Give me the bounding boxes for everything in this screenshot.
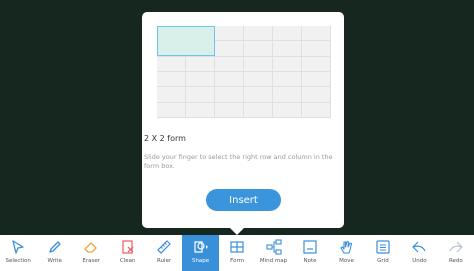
- tool-eraser[interactable]: Eraser: [73, 235, 109, 271]
- grid-cell[interactable]: [273, 71, 302, 88]
- shape-icon: [192, 238, 210, 256]
- grid-cell[interactable]: [302, 56, 331, 72]
- redo-icon: [447, 238, 465, 256]
- pen-icon: [46, 238, 64, 256]
- grid-cell[interactable]: [273, 102, 302, 118]
- clean-icon: [119, 238, 137, 256]
- tool-grid[interactable]: Grid: [365, 235, 401, 271]
- tool-label: Grid: [377, 258, 389, 264]
- tool-redo[interactable]: Redo: [438, 235, 474, 271]
- grid-cell[interactable]: [302, 102, 331, 118]
- tool-label: Write: [47, 258, 62, 264]
- tool-note[interactable]: Note: [292, 235, 328, 271]
- grid-cell[interactable]: [157, 87, 186, 103]
- grid-cell[interactable]: [186, 56, 215, 72]
- grid-cell[interactable]: [244, 41, 273, 57]
- grid-cell[interactable]: [244, 87, 273, 103]
- grid-cell[interactable]: [215, 87, 244, 103]
- tool-selection[interactable]: Selection: [0, 235, 36, 271]
- grid-selection-highlight: [157, 26, 215, 56]
- eraser-icon: [82, 238, 100, 256]
- grid-cell[interactable]: [215, 56, 244, 72]
- grid-cell[interactable]: [273, 26, 302, 42]
- grid-cell[interactable]: [186, 87, 215, 103]
- table-icon: [228, 238, 246, 256]
- tool-label: Clean: [119, 258, 136, 264]
- grid-cell[interactable]: [215, 71, 244, 88]
- tool-move[interactable]: Move: [328, 235, 364, 271]
- selection-icon: [9, 238, 27, 256]
- tool-clean[interactable]: Clean: [109, 235, 145, 271]
- grid-cell[interactable]: [302, 41, 331, 57]
- tool-shape[interactable]: Shape: [182, 235, 219, 271]
- form-instruction-text: Slide your finger to select the right ro…: [144, 153, 333, 170]
- grid-cell[interactable]: [273, 87, 302, 103]
- grid-cell[interactable]: [273, 56, 302, 72]
- tool-label: Note: [303, 258, 317, 264]
- grid-cell[interactable]: [186, 102, 215, 118]
- tool-label: Selection: [5, 258, 31, 264]
- grid-icon: [374, 238, 392, 256]
- tool-label: Mind map: [259, 258, 288, 264]
- form-size-title: 2 X 2 form: [144, 134, 186, 143]
- grid-cell[interactable]: [157, 102, 186, 118]
- grid-cell[interactable]: [302, 26, 331, 42]
- grid-cell[interactable]: [302, 87, 331, 103]
- popup-pointer: [229, 227, 245, 235]
- tool-label: Redo: [448, 258, 463, 264]
- tool-label: Form: [230, 258, 244, 264]
- note-icon: [301, 238, 319, 256]
- tool-form[interactable]: Form: [219, 235, 255, 271]
- mind-map-icon: [265, 238, 283, 256]
- tool-label: Move: [339, 258, 354, 264]
- ruler-icon: [155, 238, 173, 256]
- grid-cell[interactable]: [215, 26, 244, 42]
- tool-write[interactable]: Write: [36, 235, 72, 271]
- tool-label: Shape: [191, 258, 210, 264]
- grid-cell[interactable]: [244, 26, 273, 42]
- grid-cell[interactable]: [244, 102, 273, 118]
- undo-icon: [410, 238, 428, 256]
- grid-cell[interactable]: [215, 41, 244, 57]
- tool-label: Eraser: [82, 258, 100, 264]
- grid-cell[interactable]: [244, 56, 273, 72]
- grid-cell[interactable]: [157, 56, 186, 72]
- tool-label: Ruler: [156, 258, 172, 264]
- grid-cell[interactable]: [157, 71, 186, 88]
- tool-label: Undo: [412, 258, 427, 264]
- grid-cell[interactable]: [244, 71, 273, 88]
- grid-cell[interactable]: [302, 71, 331, 88]
- bottom-toolbar: Selection Write Eraser Clean Ruler Shape: [0, 235, 474, 271]
- grid-cell[interactable]: [215, 102, 244, 118]
- grid-cell[interactable]: [186, 71, 215, 88]
- tool-undo[interactable]: Undo: [401, 235, 437, 271]
- tool-mind-map[interactable]: Mind map: [255, 235, 291, 271]
- hand-icon: [337, 238, 355, 256]
- insert-button[interactable]: Insert: [206, 189, 281, 211]
- form-popup: 2 X 2 form Slide your finger to select t…: [142, 12, 344, 228]
- grid-cell[interactable]: [273, 41, 302, 57]
- tool-ruler[interactable]: Ruler: [146, 235, 182, 271]
